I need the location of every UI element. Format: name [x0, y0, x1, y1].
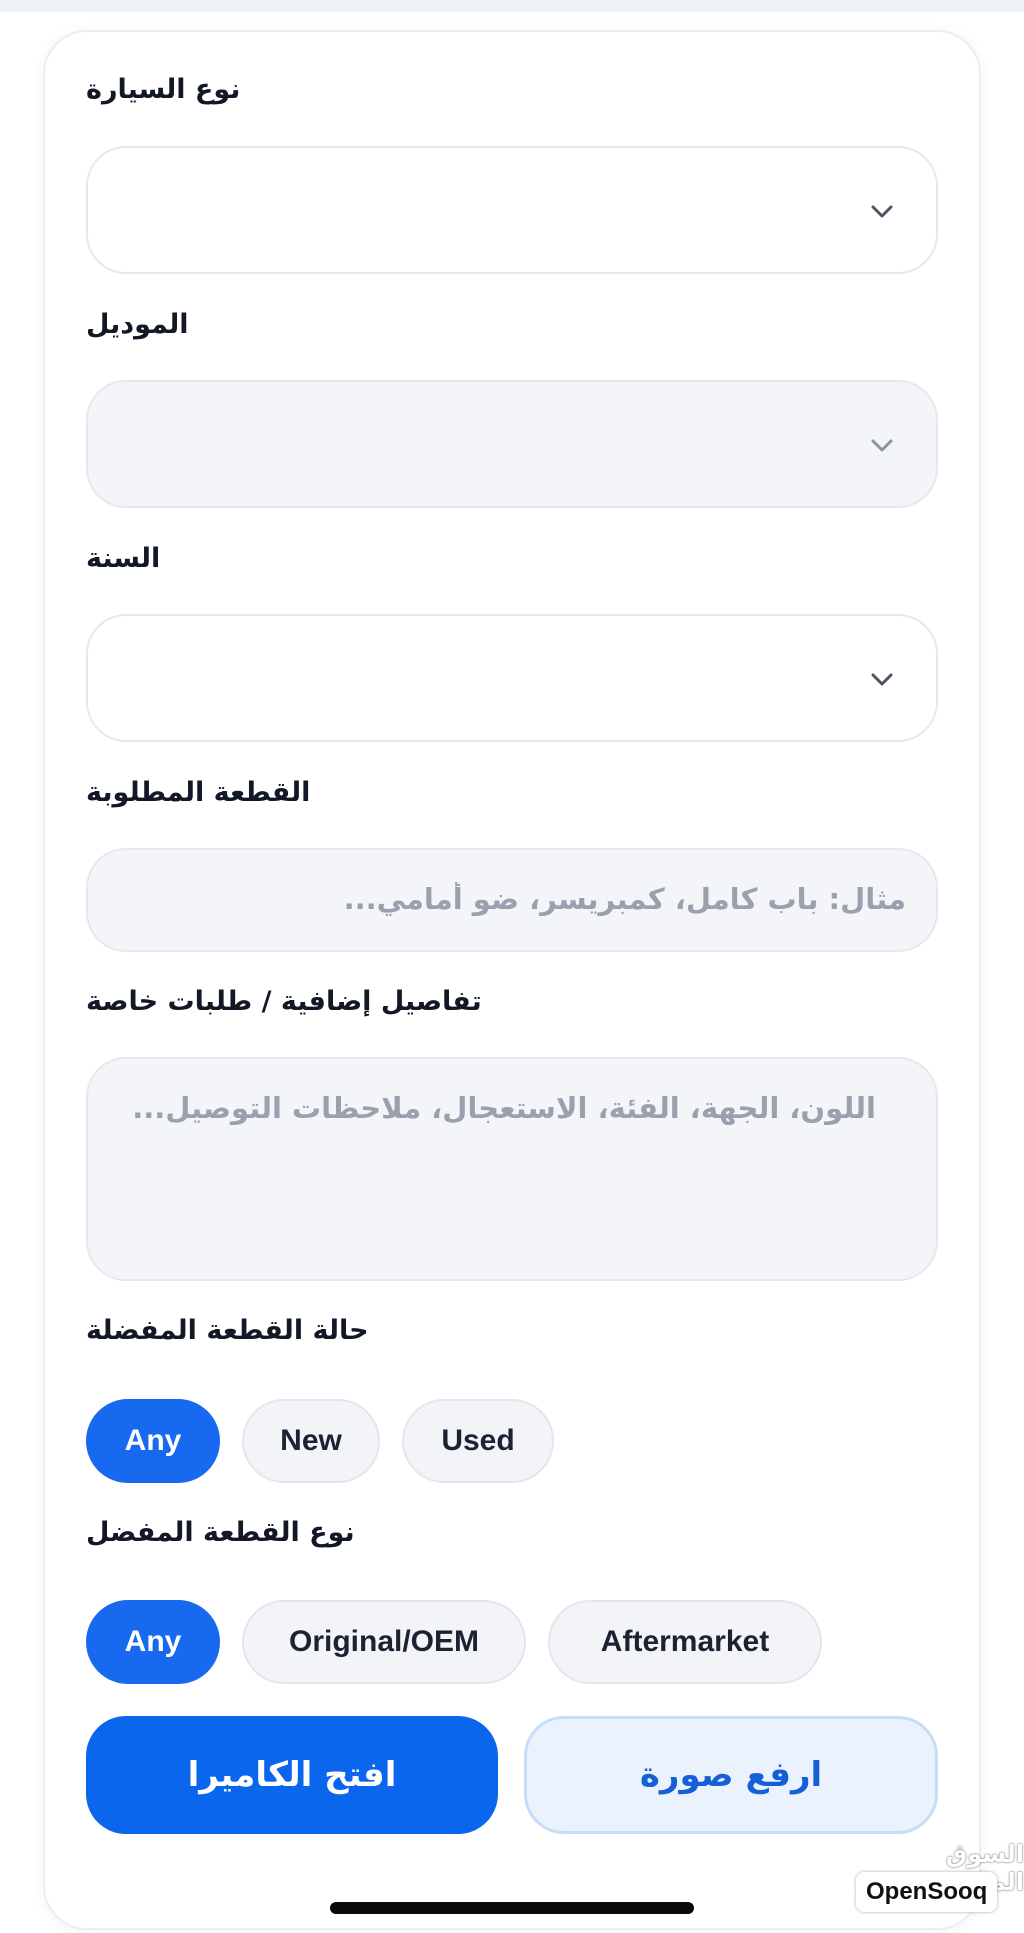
- car-type-select[interactable]: [86, 146, 938, 274]
- watermark-brand: OpenSooq: [856, 1872, 998, 1912]
- home-indicator: [330, 1902, 694, 1914]
- chevron-down-icon: [871, 439, 893, 452]
- model-select[interactable]: [86, 380, 938, 508]
- top-bar-shade: [0, 0, 1024, 12]
- condition-label: حالة القطعة المفضلة: [86, 1315, 369, 1346]
- details-placeholder: اللون، الجهة، الفئة، الاستعجال، ملاحظات …: [132, 1091, 876, 1125]
- details-label: تفاصيل إضافية / طلبات خاصة: [86, 986, 482, 1017]
- car-type-label: نوع السيارة: [86, 74, 241, 105]
- year-label: السنة: [86, 543, 161, 574]
- open-camera-button[interactable]: افتح الكاميرا: [86, 1716, 498, 1834]
- part-kind-label: نوع القطعة المفضل: [86, 1517, 355, 1548]
- condition-option-any[interactable]: Any: [86, 1399, 220, 1483]
- required-part-label: القطعة المطلوبة: [86, 777, 311, 808]
- upload-photo-button[interactable]: ارفع صورة: [524, 1716, 938, 1834]
- year-select[interactable]: [86, 614, 938, 742]
- part-kind-option-any[interactable]: Any: [86, 1600, 220, 1684]
- condition-option-used[interactable]: Used: [402, 1399, 554, 1483]
- model-label: الموديل: [86, 309, 189, 340]
- condition-option-new[interactable]: New: [242, 1399, 380, 1483]
- chevron-down-icon: [871, 673, 893, 686]
- required-part-input[interactable]: مثال: باب كامل، كمبريسر، ضو أمامي...: [86, 848, 938, 952]
- details-textarea[interactable]: اللون، الجهة، الفئة، الاستعجال، ملاحظات …: [86, 1057, 938, 1281]
- required-part-placeholder: مثال: باب كامل، كمبريسر، ضو أمامي...: [343, 882, 906, 916]
- part-kind-option-aftermarket[interactable]: Aftermarket: [548, 1600, 822, 1684]
- chevron-down-icon: [871, 205, 893, 218]
- part-kind-option-oem[interactable]: Original/OEM: [242, 1600, 526, 1684]
